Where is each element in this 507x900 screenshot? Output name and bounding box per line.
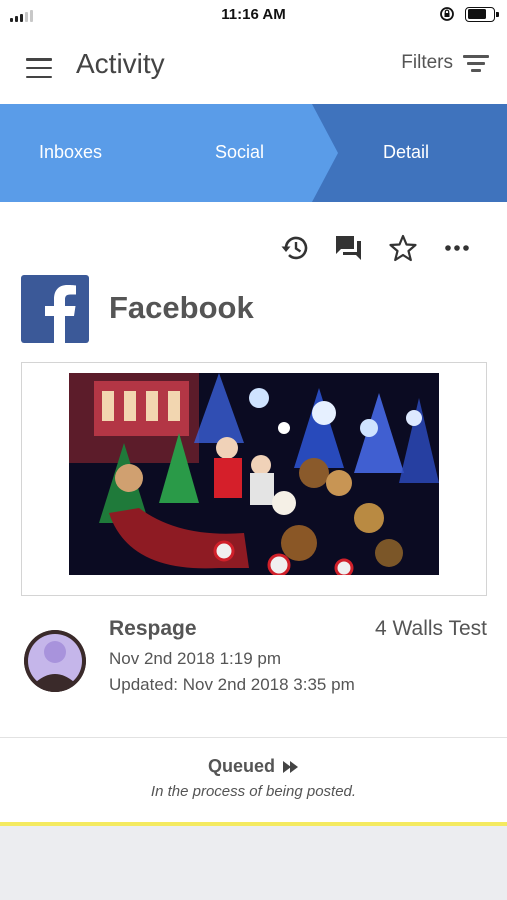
history-icon[interactable] [279, 232, 311, 264]
app-header: Activity Filters [0, 32, 507, 104]
filter-lines-icon [463, 54, 489, 72]
status-label-row: Queued [0, 756, 507, 777]
footer-area [0, 826, 507, 900]
filters-label: Filters [401, 52, 453, 73]
chat-bubbles-icon[interactable] [333, 232, 365, 264]
page-title: Activity [76, 48, 165, 79]
status-right [439, 6, 499, 22]
network-name: Facebook [109, 290, 254, 325]
post-date: Nov 2nd 2018 1:19 pm [109, 649, 282, 668]
breadcrumb-inboxes[interactable]: Inboxes [39, 142, 102, 163]
more-horizontal-icon[interactable] [441, 232, 473, 264]
user-avatar-icon [24, 630, 86, 692]
divider [0, 737, 507, 738]
breadcrumb: Inboxes Social Detail [0, 104, 507, 202]
star-outline-icon[interactable] [387, 232, 419, 264]
post-updated: Updated: Nov 2nd 2018 3:35 pm [109, 675, 355, 694]
post-image-card[interactable] [21, 362, 487, 596]
christmas-lights-photo[interactable] [69, 373, 439, 575]
status-label: Queued [207, 756, 275, 776]
post-author: Respage [109, 617, 197, 640]
post-actions [279, 232, 473, 264]
status-description: In the process of being posted. [150, 783, 357, 800]
breadcrumb-detail[interactable]: Detail [383, 142, 429, 163]
hamburger-menu-icon[interactable] [26, 58, 52, 78]
account-name: 4 Walls Test [374, 617, 487, 640]
status-bar: 11:16 AM [0, 0, 507, 32]
filters-button[interactable]: Filters [401, 52, 489, 74]
breadcrumb-social[interactable]: Social [215, 142, 264, 163]
facebook-logo-icon [21, 275, 89, 343]
battery-icon [465, 6, 499, 22]
status-time: 11:16 AM [221, 6, 286, 23]
rotation-lock-icon [440, 7, 454, 21]
fast-forward-icon [283, 760, 298, 773]
